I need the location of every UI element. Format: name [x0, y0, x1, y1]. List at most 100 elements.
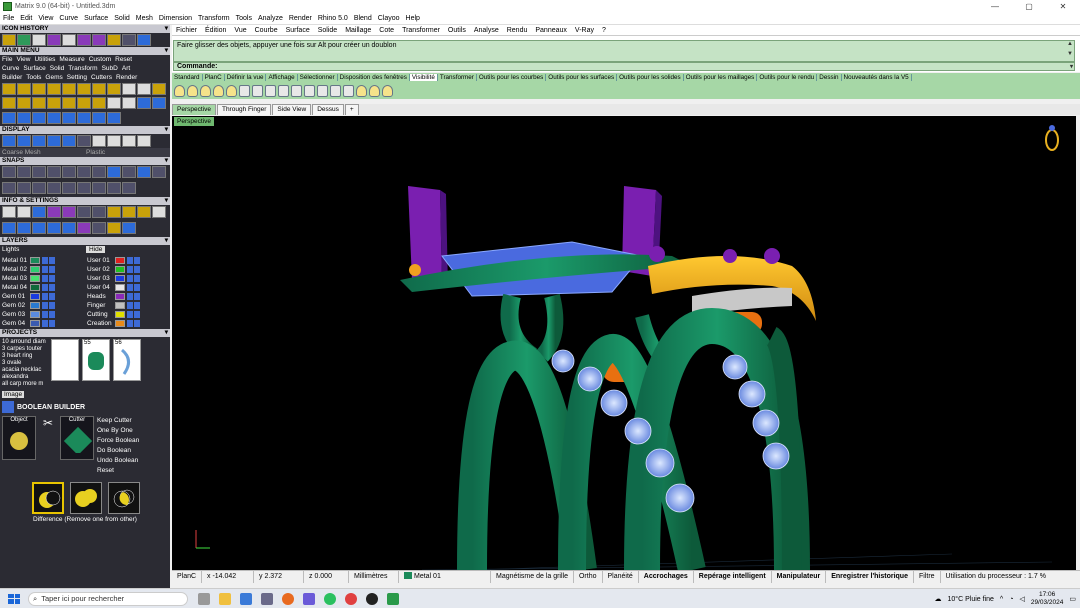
do-boolean-button[interactable]: Do Boolean: [97, 446, 139, 456]
tool-icon[interactable]: [92, 111, 106, 124]
tool-icon[interactable]: [137, 97, 151, 110]
boolean-intersection-button[interactable]: [108, 482, 140, 514]
viewport-label[interactable]: Perspective: [174, 117, 214, 126]
layer-visibility-toggle[interactable]: [127, 301, 133, 309]
scroll-down-icon[interactable]: ▼: [1067, 51, 1073, 57]
rmenu-surface[interactable]: Surface: [282, 27, 314, 34]
tool-icon[interactable]: [2, 34, 16, 46]
layer-visibility-toggle[interactable]: [127, 292, 133, 300]
tool-icon[interactable]: [62, 34, 76, 46]
boolean-union-button[interactable]: [70, 482, 102, 514]
status-layer[interactable]: Metal 01: [399, 570, 491, 583]
toolbar-tab[interactable]: Outils pour les surfaces: [546, 74, 618, 81]
project-item[interactable]: alexandra: [2, 374, 48, 381]
project-item[interactable]: 10 arround diam: [2, 339, 48, 346]
menu-transform[interactable]: Transform: [195, 15, 233, 22]
snap-icon[interactable]: [47, 181, 61, 194]
tool-icon[interactable]: [32, 206, 46, 218]
hide-button[interactable]: Hide: [86, 246, 106, 253]
menu-rhino5[interactable]: Rhino 5.0: [315, 15, 351, 22]
rmenu-cote[interactable]: Cote: [375, 27, 398, 34]
tool-icon[interactable]: [137, 83, 151, 95]
layer-row[interactable]: User 04: [87, 283, 168, 291]
tool-icon[interactable]: [17, 83, 31, 95]
layer-color-swatch[interactable]: [115, 265, 125, 273]
mm-custom[interactable]: Custom: [89, 56, 111, 63]
boolean-cutter-slot[interactable]: Cutter: [60, 416, 94, 460]
unlock-selected-icon[interactable]: [278, 84, 289, 97]
toolbar-tab[interactable]: PlanC: [203, 74, 225, 81]
menu-render[interactable]: Render: [286, 15, 315, 22]
hide-points-icon[interactable]: [330, 84, 341, 97]
tool-icon[interactable]: [62, 83, 76, 95]
rmenu-outils[interactable]: Outils: [444, 27, 470, 34]
layer-lock-toggle[interactable]: [49, 301, 55, 309]
status-smarttrack[interactable]: Repérage intelligent: [694, 570, 772, 583]
status-history[interactable]: Enregistrer l'historique: [826, 570, 914, 583]
matrix-app-icon[interactable]: [387, 592, 399, 605]
layer-visibility-toggle[interactable]: [42, 301, 48, 309]
display-mode-select[interactable]: Coarse Mesh: [2, 149, 82, 156]
layers-header[interactable]: LAYERS ▾: [0, 237, 170, 245]
lock-icon[interactable]: [239, 84, 250, 97]
layer-color-swatch[interactable]: [115, 310, 125, 318]
show-points-icon[interactable]: [317, 84, 328, 97]
layer-lock-toggle[interactable]: [134, 256, 140, 264]
toolbar-tab[interactable]: Disposition des fenêtres: [338, 74, 410, 81]
boolean-object-slot[interactable]: Object: [2, 416, 36, 460]
volume-icon[interactable]: ◁: [1019, 595, 1024, 603]
weather-icon[interactable]: ☁: [935, 595, 942, 603]
projects-header[interactable]: PROJECTS ▾: [0, 329, 170, 337]
tool-icon[interactable]: [107, 83, 121, 95]
layer-color-swatch[interactable]: [30, 283, 40, 291]
tool-icon[interactable]: [32, 221, 46, 234]
menu-view[interactable]: View: [35, 15, 56, 22]
layer-visibility-toggle[interactable]: [42, 274, 48, 282]
tool-icon[interactable]: [62, 221, 76, 234]
mm-transform[interactable]: Transform: [68, 65, 97, 72]
snap-icon[interactable]: [92, 181, 106, 194]
store-icon[interactable]: [240, 592, 252, 605]
icon-history-header[interactable]: ICON HISTORY ▾: [0, 25, 170, 33]
layer-visibility-toggle[interactable]: [42, 292, 48, 300]
tool-icon[interactable]: [17, 34, 31, 46]
mm-file[interactable]: File: [2, 56, 12, 63]
layer-row[interactable]: User 02: [87, 265, 168, 273]
layer-color-swatch[interactable]: [115, 256, 125, 264]
snap-icon[interactable]: [107, 181, 121, 194]
layer-visibility-toggle[interactable]: [42, 256, 48, 264]
layer-color-swatch[interactable]: [115, 301, 125, 309]
menu-analyze[interactable]: Analyze: [255, 15, 286, 22]
minimize-button[interactable]: —: [978, 0, 1012, 13]
layer-row[interactable]: Metal 02: [2, 265, 83, 273]
tool-icon[interactable]: [47, 221, 61, 234]
tool-icon[interactable]: [62, 206, 76, 218]
tray-chevron-icon[interactable]: ^: [1000, 596, 1003, 603]
mm-cutters[interactable]: Cutters: [91, 74, 112, 81]
snap-icon[interactable]: [47, 166, 61, 178]
rmenu-fichier[interactable]: Fichier: [172, 27, 201, 34]
menu-dimension[interactable]: Dimension: [156, 15, 195, 22]
layer-lock-toggle[interactable]: [49, 265, 55, 273]
snap-icon[interactable]: [62, 166, 76, 178]
snap-icon[interactable]: [32, 166, 46, 178]
layer-color-swatch[interactable]: [115, 274, 125, 282]
layer-color-swatch[interactable]: [115, 292, 125, 300]
tool-icon[interactable]: [62, 135, 76, 147]
snap-icon[interactable]: [122, 181, 136, 194]
snap-icon[interactable]: [17, 181, 31, 194]
tool-icon[interactable]: [2, 221, 16, 234]
project-thumbnail[interactable]: [51, 339, 79, 381]
mm-builder[interactable]: Builder: [2, 74, 22, 81]
layer-visibility-toggle[interactable]: [127, 265, 133, 273]
layer-lock-toggle[interactable]: [49, 319, 55, 327]
layer-row[interactable]: Metal 04: [2, 283, 83, 291]
hide-swap-icon[interactable]: [213, 84, 224, 97]
layer-color-swatch[interactable]: [30, 265, 40, 273]
tool-icon[interactable]: [2, 97, 16, 110]
media-player-icon[interactable]: [366, 592, 378, 605]
tool-icon[interactable]: [17, 97, 31, 110]
tool-icon[interactable]: [152, 83, 166, 95]
menu-surface[interactable]: Surface: [81, 15, 111, 22]
status-cplane[interactable]: PlanC: [172, 570, 202, 583]
